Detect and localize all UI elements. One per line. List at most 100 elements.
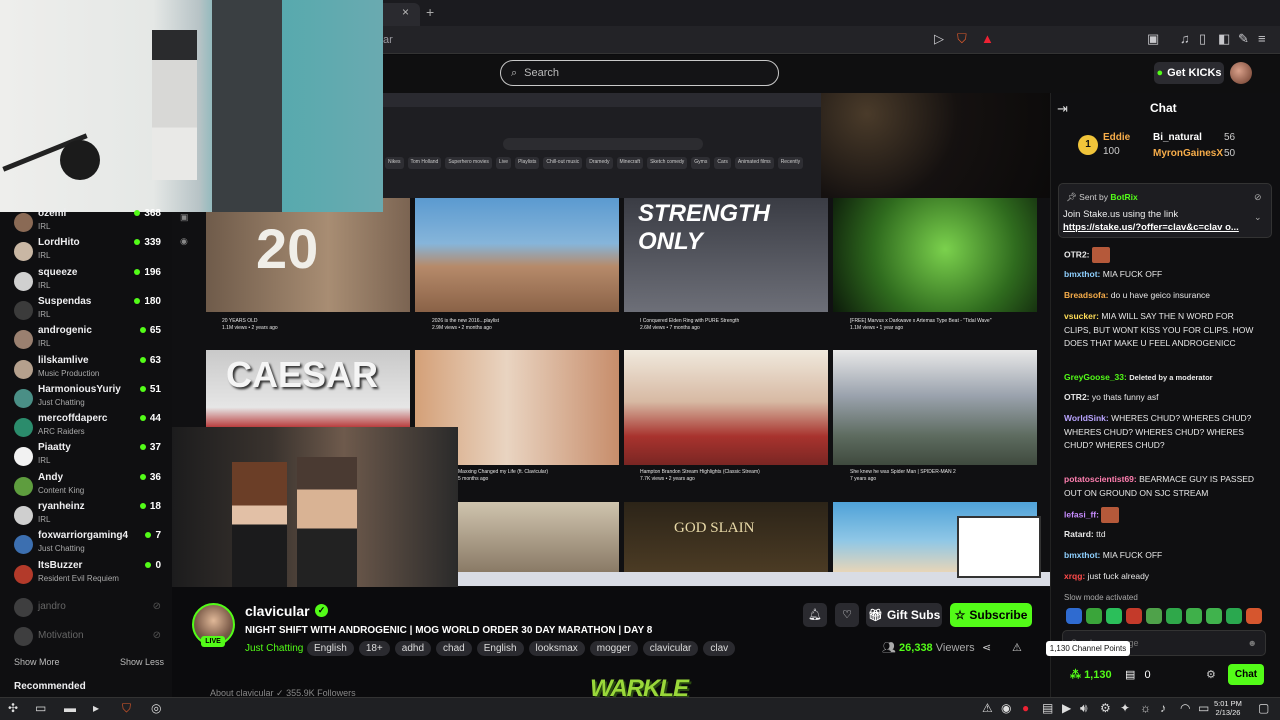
leaderboard-user[interactable]: Eddie	[1103, 132, 1130, 143]
chat-message[interactable]: vsucker: MIA WILL SAY THE N WORD FOR CLI…	[1064, 310, 1262, 351]
emote[interactable]	[1246, 608, 1262, 624]
stream-tag[interactable]: English	[476, 641, 524, 656]
chat-username[interactable]: bmxthot:	[1064, 269, 1100, 279]
record-icon[interactable]: ●	[1022, 701, 1029, 715]
sidebar-channel-mercoffdaperc[interactable]: mercoffdaperc ARC Raiders 44	[0, 413, 172, 442]
share-icon[interactable]: ⋖	[982, 641, 991, 654]
library-icon[interactable]: ▯	[1199, 31, 1206, 47]
stream-tag[interactable]: 18+	[358, 641, 390, 656]
app-icon[interactable]: ▸	[93, 701, 99, 715]
sidebar-channel-androgenic[interactable]: androgenic IRL 65	[0, 325, 172, 354]
window-icon[interactable]: ▭	[35, 701, 46, 715]
chat-username[interactable]: potatoscientist69:	[1064, 474, 1137, 484]
pinned-sender-name[interactable]: BotRix	[1110, 192, 1137, 202]
chat-message[interactable]: lefasi_ff:	[1064, 507, 1262, 523]
emote[interactable]	[1126, 608, 1142, 624]
sidebar-channel-offline[interactable]: jandro ⊘	[0, 593, 172, 622]
tray-icon[interactable]: ✦	[1120, 701, 1130, 715]
subscribe-button[interactable]: ☆ Subscribe	[950, 603, 1032, 627]
collapse-chat-icon[interactable]: ⇥	[1057, 101, 1068, 117]
search-input[interactable]: ⌕ Search	[500, 60, 779, 86]
brave-browser-icon[interactable]: ⛉	[122, 701, 131, 716]
emote[interactable]	[1146, 608, 1162, 624]
emote[interactable]	[1186, 608, 1202, 624]
leaderboard-user[interactable]: Bi_natural	[1153, 132, 1202, 143]
stream-tag[interactable]: clavicular	[642, 641, 699, 656]
subscriptions-icon[interactable]: ▣	[180, 212, 189, 223]
tray-icon[interactable]: ▶	[1062, 701, 1071, 715]
chat-message[interactable]: GreyGoose_33: Deleted by a moderator	[1064, 371, 1262, 385]
chat-message[interactable]: OTR2: yo thats funny asf	[1064, 391, 1262, 405]
volume-icon[interactable]: 🔊︎	[1080, 701, 1088, 716]
emote[interactable]	[1166, 608, 1182, 624]
sidebar-channel-squeeze[interactable]: squeeze IRL 196	[0, 267, 172, 296]
reader-icon[interactable]: ▣	[1147, 31, 1159, 47]
emoji-icon[interactable]: ☻	[1248, 638, 1257, 648]
menu-icon[interactable]: ≡	[1258, 31, 1266, 46]
category-link[interactable]: Just Chatting	[245, 643, 303, 654]
chat-username[interactable]: OTR2:	[1064, 392, 1090, 402]
emote[interactable]	[1106, 608, 1122, 624]
profile-icon[interactable]: ◉	[180, 236, 188, 247]
report-icon[interactable]: ⚠	[1012, 641, 1022, 654]
kicks-balance[interactable]: ▤ 0	[1125, 668, 1151, 681]
emote[interactable]	[1086, 608, 1102, 624]
new-tab-icon[interactable]: +	[426, 4, 434, 20]
notification-bell-icon[interactable]: 🔔︎	[803, 603, 827, 627]
gift-subs-button[interactable]: 🎁︎ Gift Subs	[866, 603, 942, 627]
send-chat-button[interactable]: Chat	[1228, 664, 1264, 685]
chat-message[interactable]: potatoscientist69: BEARMACE GUY IS PASSE…	[1064, 473, 1262, 500]
show-less-link[interactable]: Show Less	[120, 657, 164, 667]
stream-tag[interactable]: chad	[436, 641, 472, 656]
sidebar-channel-offline[interactable]: Motivation ⊘	[0, 622, 172, 651]
channel-points[interactable]: ⁂ 1,130	[1070, 668, 1112, 681]
show-more-link[interactable]: Show More	[14, 657, 60, 667]
tray-icon[interactable]: ⚙	[1100, 701, 1111, 715]
chat-message[interactable]: WorldSink: WHERES CHUD? WHERES CHUD? WHE…	[1064, 412, 1262, 453]
chat-message[interactable]: OTR2:	[1064, 247, 1262, 263]
emote[interactable]	[1226, 608, 1242, 624]
tray-icon[interactable]: ▤	[1042, 701, 1053, 715]
chat-username[interactable]: Ratard:	[1064, 529, 1094, 539]
sidebar-channel-suspendas[interactable]: Suspendas IRL 180	[0, 296, 172, 325]
chat-settings-gear-icon[interactable]: ⚙	[1206, 668, 1216, 681]
tray-icon[interactable]: ☼	[1140, 701, 1151, 715]
terminal-icon[interactable]: ▬	[64, 701, 76, 715]
chat-username[interactable]: WorldSink:	[1064, 413, 1109, 423]
stream-tag[interactable]: mogger	[589, 641, 638, 656]
extensions-icon[interactable]: ✎	[1238, 31, 1249, 47]
sidebar-channel-foxwarriorgaming4[interactable]: foxwarriorgaming4 Just Chatting 7	[0, 530, 172, 559]
chat-username[interactable]: bmxthot:	[1064, 550, 1100, 560]
play-icon[interactable]: ▷	[934, 31, 944, 47]
chat-message[interactable]: xrqg: just fuck already	[1064, 570, 1262, 584]
sidebar-channel-lilskamlive[interactable]: lilskamlive Music Production 63	[0, 355, 172, 384]
sidebar-icon[interactable]: ◧	[1218, 31, 1230, 47]
chat-username[interactable]: OTR2:	[1064, 249, 1090, 259]
follow-heart-icon[interactable]: ♡	[835, 603, 859, 627]
mic-icon[interactable]: ♪	[1160, 701, 1166, 715]
brave-shield-icon[interactable]: ⛉	[957, 31, 967, 47]
sidebar-channel-lordhito[interactable]: LordHito IRL 339	[0, 237, 172, 266]
chat-message[interactable]: Ratard: ttd	[1064, 528, 1262, 542]
start-icon[interactable]: ✣	[8, 701, 18, 715]
chat-username[interactable]: Breadsofa:	[1064, 290, 1108, 300]
system-clock[interactable]: 5:01 PM 2/13/26	[1214, 699, 1242, 717]
chat-username[interactable]: xrqg:	[1064, 571, 1085, 581]
sidebar-channel-andy[interactable]: Andy Content King 36	[0, 472, 172, 501]
pinned-link[interactable]: https://stake.us/?offer=clav&c=clav o...	[1063, 222, 1239, 233]
emote-bar[interactable]	[1066, 608, 1262, 624]
obs-icon[interactable]: ◎	[151, 701, 161, 715]
tab-close-icon[interactable]: ×	[402, 5, 409, 19]
sidebar-channel-harmoniousyuriy[interactable]: HarmoniousYuriy Just Chatting 51	[0, 384, 172, 413]
stream-tag[interactable]: English	[307, 641, 354, 656]
unpin-icon[interactable]: ⊘	[1254, 192, 1262, 203]
chat-username[interactable]: vsucker:	[1064, 311, 1099, 321]
chat-message[interactable]: bmxthot: MIA FUCK OFF	[1064, 549, 1262, 563]
rewards-icon[interactable]: ▲	[981, 31, 994, 46]
get-kicks-button[interactable]: ● Get KICKs	[1154, 62, 1224, 84]
url-text[interactable]: ar	[383, 34, 393, 46]
battery-icon[interactable]: ▭	[1198, 701, 1209, 715]
stream-tag[interactable]: clav	[703, 641, 736, 656]
notification-icon[interactable]: ▢	[1258, 701, 1269, 715]
chat-message[interactable]: bmxthot: MIA FUCK OFF	[1064, 268, 1262, 282]
